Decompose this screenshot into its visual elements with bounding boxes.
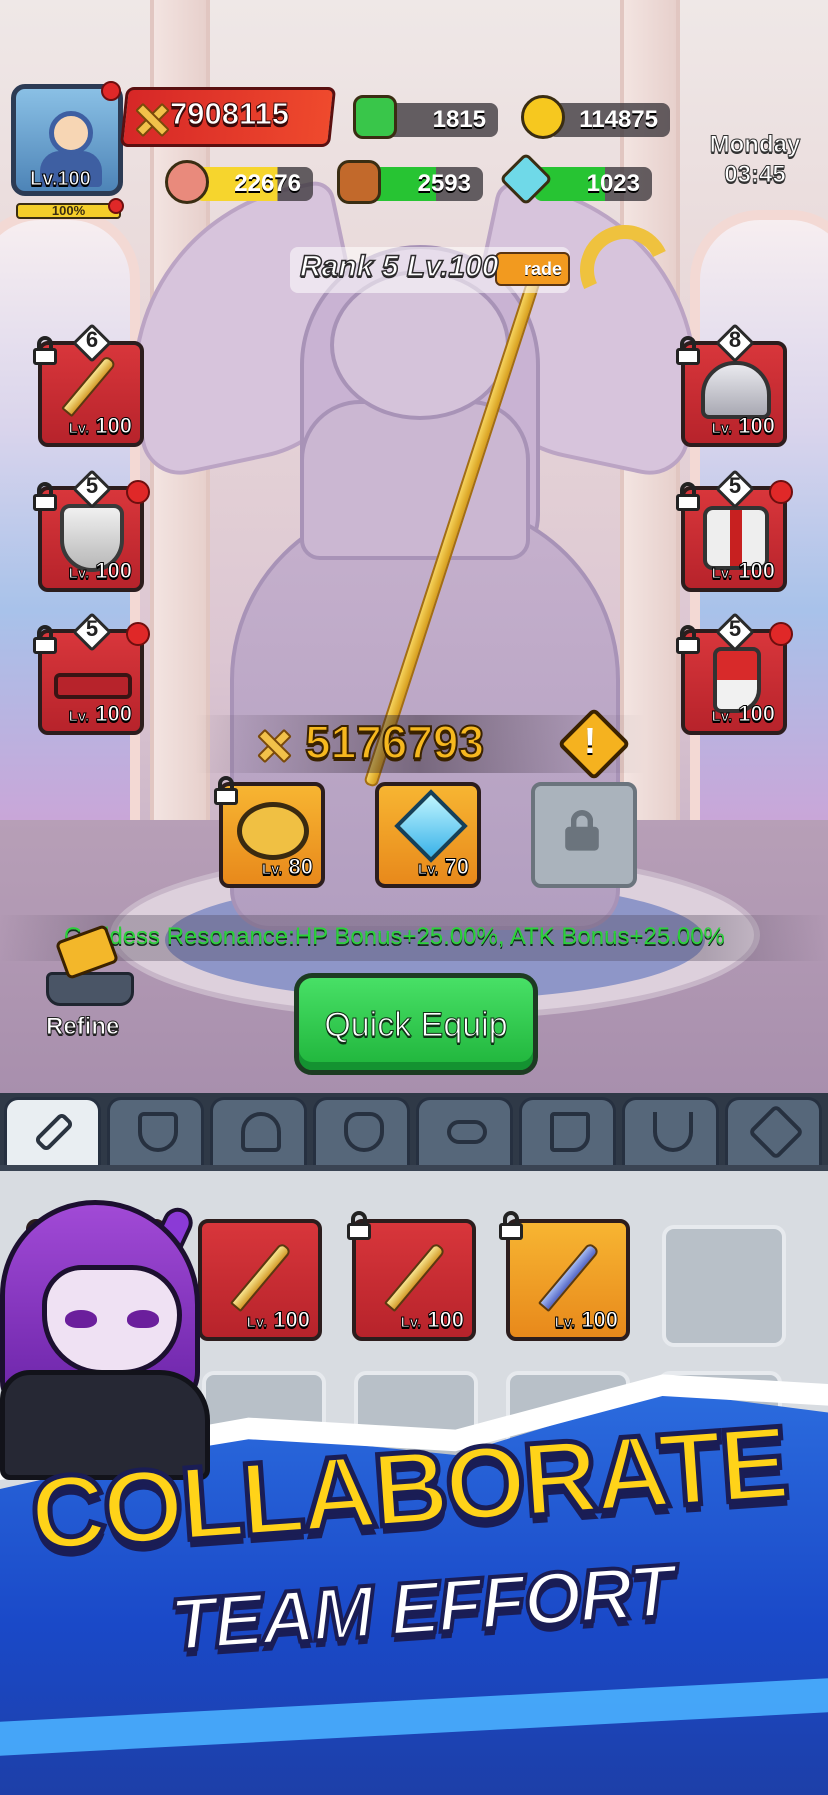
star-rank-badge: 5 bbox=[715, 469, 755, 509]
belt-icon bbox=[447, 1120, 487, 1144]
tab-belt[interactable] bbox=[416, 1097, 513, 1165]
total-power-value: 7908115 bbox=[170, 96, 290, 132]
accessory-slot-locked[interactable] bbox=[531, 782, 637, 888]
necklace-icon bbox=[653, 1112, 693, 1152]
lock-icon bbox=[673, 625, 703, 655]
tab-helmet[interactable] bbox=[210, 1097, 307, 1165]
upgrade-alert-dot bbox=[769, 622, 793, 646]
upgrade-alert-dot bbox=[126, 622, 150, 646]
slot-level: Lv. 100 bbox=[68, 558, 132, 584]
helmet-icon bbox=[241, 1112, 281, 1152]
lock-icon bbox=[30, 336, 60, 366]
star-rank-badge: 5 bbox=[715, 612, 755, 652]
star-rank-badge: 5 bbox=[72, 612, 112, 652]
shield-icon bbox=[138, 1112, 178, 1152]
statue-power-value: 5176793 bbox=[304, 715, 485, 769]
tab-weapon[interactable] bbox=[4, 1097, 101, 1165]
inventory-item-red-sword[interactable]: Lv. 100 bbox=[198, 1219, 322, 1341]
blue-sword-icon bbox=[537, 1241, 601, 1313]
lock-icon bbox=[344, 1211, 374, 1241]
tab-boots[interactable] bbox=[519, 1097, 616, 1165]
accessory-slot-gem[interactable]: Lv. 70 bbox=[375, 782, 481, 888]
character-eye bbox=[65, 1310, 97, 1328]
gold-coin-icon bbox=[521, 95, 565, 139]
quick-equip-button[interactable]: Quick Equip bbox=[294, 973, 538, 1075]
star-rank-badge: 6 bbox=[72, 323, 112, 363]
sword-icon bbox=[61, 354, 117, 418]
meat-icon bbox=[165, 160, 209, 204]
crossed-swords-icon bbox=[133, 101, 167, 135]
day-label: Monday bbox=[709, 131, 801, 159]
anvil-icon bbox=[46, 972, 134, 1006]
gem-icon bbox=[394, 789, 468, 863]
wood-log-icon bbox=[337, 160, 381, 204]
star-rank-badge: 5 bbox=[72, 469, 112, 509]
upgrade-alert-dot bbox=[769, 480, 793, 504]
helmet-icon bbox=[701, 361, 771, 419]
upgrade-label: rade bbox=[523, 259, 562, 279]
crossed-swords-icon bbox=[255, 727, 295, 767]
slot-level: Lv. 100 bbox=[711, 558, 775, 584]
character-eye bbox=[127, 1310, 159, 1328]
day-time-display: Monday 03:45 bbox=[700, 130, 810, 190]
slot-level: Lv. 70 bbox=[417, 854, 469, 880]
tab-special[interactable] bbox=[725, 1097, 822, 1165]
star-rank-badge: 8 bbox=[715, 323, 755, 363]
slot-level: Lv. 100 bbox=[711, 701, 775, 727]
lock-icon bbox=[496, 1211, 526, 1241]
lock-icon bbox=[30, 482, 60, 512]
notification-dot bbox=[101, 81, 121, 101]
lock-icon bbox=[673, 336, 703, 366]
sword-icon bbox=[383, 1241, 447, 1313]
player-level: Lv.100 bbox=[30, 168, 92, 191]
empty-inventory-slot[interactable] bbox=[662, 1225, 786, 1347]
meat-counter[interactable]: 22676 bbox=[195, 167, 313, 201]
refine-label: Refine bbox=[45, 1013, 120, 1041]
lock-icon bbox=[211, 776, 241, 806]
sword-icon bbox=[229, 1241, 293, 1313]
upgrade-button[interactable]: rade bbox=[495, 252, 570, 286]
armor-icon bbox=[344, 1112, 384, 1152]
tab-necklace[interactable] bbox=[622, 1097, 719, 1165]
slot-level: Lv. 100 bbox=[68, 701, 132, 727]
tab-shield[interactable] bbox=[107, 1097, 204, 1165]
rank-level-label: Rank 5 Lv.100 bbox=[299, 249, 499, 284]
character-face bbox=[42, 1265, 182, 1375]
quick-equip-label: Quick Equip bbox=[324, 1006, 508, 1045]
lock-icon bbox=[673, 482, 703, 512]
crystal-counter[interactable]: 1023 bbox=[534, 167, 652, 201]
slot-level: Lv. 100 bbox=[400, 1307, 464, 1333]
ring-icon bbox=[237, 802, 309, 860]
slot-level: Lv. 100 bbox=[246, 1307, 310, 1333]
lock-icon bbox=[30, 625, 60, 655]
green-gem-plus-icon[interactable] bbox=[353, 95, 397, 139]
crystal-value: 1023 bbox=[586, 170, 640, 197]
boots-icon bbox=[550, 1112, 590, 1152]
exp-percent: 100% bbox=[51, 203, 86, 218]
meat-value: 22676 bbox=[234, 170, 301, 197]
warning-exclamation: ! bbox=[584, 720, 596, 761]
slot-level: Lv. 100 bbox=[711, 413, 775, 439]
lock-icon bbox=[561, 810, 603, 852]
green-gem-value: 1815 bbox=[432, 106, 486, 133]
wood-counter[interactable]: 2593 bbox=[365, 167, 483, 201]
slot-level: Lv. 80 bbox=[261, 854, 313, 880]
sword-icon bbox=[33, 1111, 75, 1153]
upgrade-alert-dot bbox=[126, 480, 150, 504]
time-label: 03:45 bbox=[724, 161, 786, 189]
exp-bar: 100% bbox=[16, 203, 121, 219]
slot-level: Lv. 100 bbox=[68, 413, 132, 439]
green-gem-counter[interactable]: 1815 bbox=[380, 103, 498, 137]
gold-counter[interactable]: 114875 bbox=[548, 103, 670, 137]
slot-level: Lv. 100 bbox=[554, 1307, 618, 1333]
tab-armor[interactable] bbox=[313, 1097, 410, 1165]
belt-icon bbox=[54, 673, 132, 699]
avatar-face bbox=[49, 111, 93, 155]
statue-torso bbox=[300, 400, 530, 560]
gold-value: 114875 bbox=[579, 106, 658, 133]
notification-dot bbox=[108, 198, 124, 214]
resonance-bonus-text: Goddess Resonance:HP Bonus+25.00%, ATK B… bbox=[64, 923, 725, 950]
wood-value: 2593 bbox=[417, 170, 471, 197]
star-icon bbox=[747, 1103, 805, 1161]
